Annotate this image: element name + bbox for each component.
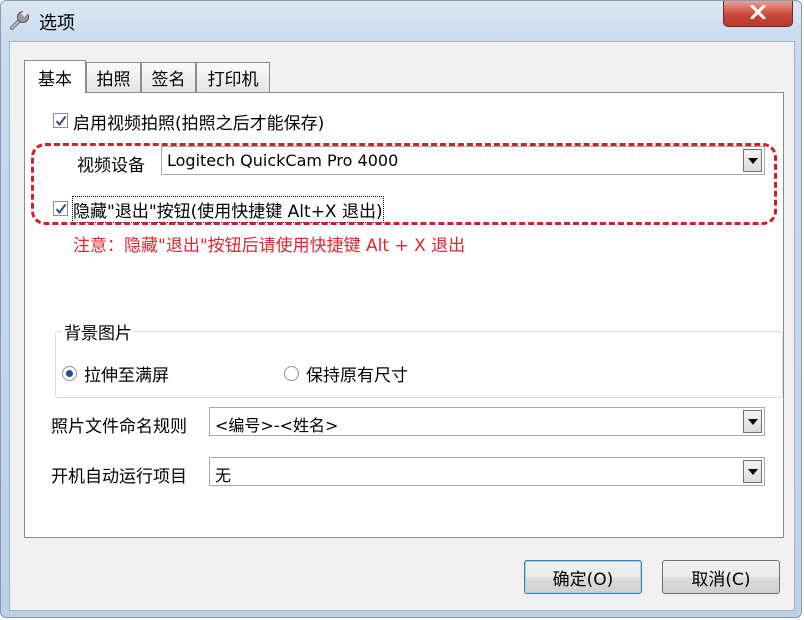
background-image-group: 背景图片 拉伸至满屏 保持原有尺寸	[55, 319, 783, 398]
close-button[interactable]	[723, 1, 793, 27]
close-icon	[750, 4, 766, 24]
wrench-icon	[9, 9, 31, 32]
startup-item-label: 开机自动运行项目	[51, 467, 187, 487]
window-title: 选项	[39, 13, 75, 34]
startup-item-select[interactable]: 无	[209, 457, 765, 486]
tab-label: 基本	[38, 69, 72, 90]
enable-video-capture-checkbox[interactable]	[53, 113, 68, 128]
highlight-annotation	[31, 143, 777, 225]
dialog-body: 基本 拍照 签名 打印机 启用视频拍照(拍照之后才能保存) 视频设备 Logit…	[9, 41, 795, 611]
ok-button-label: 确定(O)	[552, 569, 614, 590]
photo-naming-label: 照片文件命名规则	[51, 417, 187, 437]
options-dialog: 选项 基本 拍照 签名 打印机 启用视频拍照(拍照之后才能保存) 视频设备 Lo…	[0, 0, 802, 618]
tab-label: 签名	[151, 70, 186, 90]
warning-note: 注意：隐藏"退出"按钮后请使用快捷键 Alt + X 退出	[73, 236, 466, 256]
tab-printer[interactable]: 打印机	[196, 62, 270, 92]
enable-video-capture-label[interactable]: 启用视频拍照(拍照之后才能保存)	[73, 109, 324, 134]
ok-button[interactable]: 确定(O)	[524, 560, 642, 594]
tab-basic[interactable]: 基本	[24, 60, 86, 93]
stretch-fullscreen-radio[interactable]	[62, 366, 77, 381]
cancel-button[interactable]: 取消(C)	[662, 560, 780, 594]
checkmark-icon	[55, 115, 67, 127]
keep-original-size-radio[interactable]	[284, 366, 299, 381]
cancel-button-label: 取消(C)	[691, 569, 751, 590]
tab-photo[interactable]: 拍照	[86, 62, 141, 92]
tab-label: 拍照	[96, 70, 131, 90]
stretch-fullscreen-label[interactable]: 拉伸至满屏	[84, 361, 169, 386]
startup-item-value: 无	[215, 466, 232, 485]
background-image-legend: 背景图片	[62, 319, 134, 344]
title-bar[interactable]: 选项	[1, 1, 801, 41]
photo-naming-select[interactable]: <编号>-<姓名>	[209, 407, 765, 436]
keep-original-size-label[interactable]: 保持原有尺寸	[306, 361, 408, 386]
tab-signature[interactable]: 签名	[141, 62, 196, 92]
tab-label: 打印机	[207, 70, 259, 90]
photo-naming-value: <编号>-<姓名>	[215, 416, 339, 435]
dropdown-arrow-icon[interactable]	[743, 460, 762, 483]
dropdown-arrow-icon[interactable]	[743, 410, 762, 433]
